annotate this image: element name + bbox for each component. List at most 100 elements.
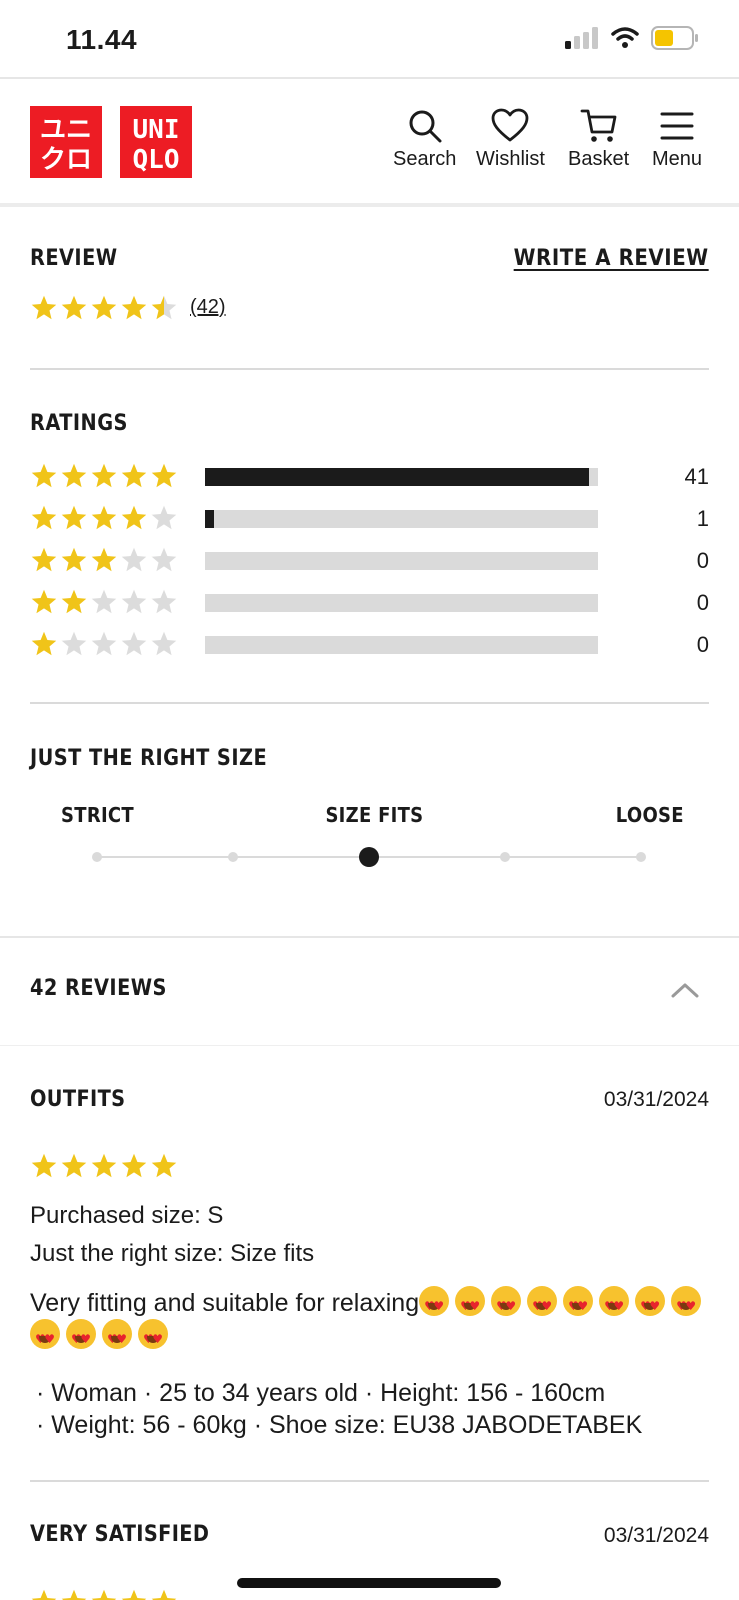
rating-count: 1 [696, 506, 709, 531]
star-icon [91, 631, 117, 656]
nav-search[interactable]: Search [393, 108, 456, 171]
star-icon [61, 547, 87, 572]
star-icon [121, 547, 147, 572]
reviews-count-title: 42 REVIEWS [30, 976, 167, 1001]
site-header: ユニ クロ UNI QLO Search Wishlist Basket Men… [0, 78, 739, 204]
home-indicator [237, 1578, 501, 1588]
section-divider [30, 1480, 709, 1482]
heart-eyes-emoji-icon [102, 1319, 132, 1355]
fit-title: JUST THE RIGHT SIZE [30, 746, 268, 771]
reviewer-profile-line-1: · Woman · 25 to 34 years old · Height: 1… [36, 1379, 606, 1407]
battery-icon [651, 26, 698, 50]
nav-label: Wishlist [476, 148, 545, 170]
fit-loose-label: LOOSE [615, 803, 684, 827]
star-icon [151, 1153, 177, 1178]
fit-dot [92, 852, 102, 862]
rating-bar-fill [205, 510, 215, 528]
star-icon [31, 589, 57, 614]
svg-text:ユニ: ユニ [40, 115, 92, 145]
write-review-link[interactable]: WRITE A REVIEW [514, 246, 709, 271]
fit-dot [500, 852, 510, 862]
rating-row-stars [30, 588, 178, 616]
star-icon [61, 1153, 87, 1178]
menu-icon [660, 112, 694, 140]
reviewer-profile-line-2: · Weight: 56 - 60kg · Shoe size: EU38 JA… [36, 1411, 643, 1439]
rating-count: 0 [696, 632, 709, 657]
star-icon [91, 463, 117, 488]
section-divider [30, 368, 709, 370]
review-purchased-size: Purchased size: S [30, 1202, 224, 1229]
star-icon [91, 589, 117, 614]
nav-wishlist[interactable]: Wishlist [476, 108, 545, 171]
heart-eyes-emoji-icon [491, 1286, 522, 1322]
status-icons [565, 26, 699, 50]
star-icon [91, 1153, 117, 1178]
star-icon [121, 1153, 147, 1178]
rating-row-5-star[interactable]: 41 [30, 462, 709, 492]
heart-eyes-emoji-icon [527, 1286, 558, 1322]
wifi-icon [611, 27, 639, 48]
review-stars [30, 1152, 178, 1180]
star-icon [91, 1589, 117, 1600]
review-body-text: Very fitting and suitable for relaxing [30, 1289, 420, 1317]
star-icon [61, 505, 87, 530]
rating-row-stars [30, 462, 178, 490]
star-icon [151, 631, 177, 656]
star-icon [31, 1153, 57, 1178]
star-icon [121, 631, 147, 656]
heart-eyes-emoji-icon [599, 1286, 630, 1322]
svg-text:クロ: クロ [40, 145, 92, 175]
review-date: 03/31/2024 [603, 1088, 709, 1111]
review-title: OUTFITS [30, 1087, 126, 1112]
nav-menu[interactable]: Menu [652, 108, 702, 171]
rating-bar-track [205, 468, 598, 486]
review-title: VERY SATISFIED [30, 1522, 210, 1547]
cart-icon [580, 109, 616, 142]
star-icon [91, 295, 117, 320]
status-time: 11.44 [66, 24, 138, 55]
fit-dot [228, 852, 238, 862]
header-divider [0, 203, 739, 207]
logo-latin[interactable]: UNI QLO [120, 106, 192, 178]
reviews-accordion-header[interactable]: 42 REVIEWS [0, 936, 739, 1046]
status-bar: 11.44 [0, 0, 739, 78]
fit-dot-selected [359, 847, 379, 867]
signal-icon [565, 27, 598, 49]
rating-bar-fill [205, 468, 589, 486]
rating-row-stars [30, 630, 178, 658]
rating-row-2-star[interactable]: 0 [30, 588, 709, 618]
star-icon [91, 505, 117, 530]
star-icon [91, 547, 117, 572]
rating-bar-track [205, 636, 598, 654]
nav-basket[interactable]: Basket [568, 108, 629, 171]
review-section-title: REVIEW [30, 246, 118, 271]
rating-row-1-star[interactable]: 0 [30, 630, 709, 660]
logo-katakana[interactable]: ユニ クロ [30, 106, 102, 178]
rating-row-4-star[interactable]: 1 [30, 504, 709, 534]
heart-eyes-emoji-icon [635, 1286, 666, 1322]
star-icon [31, 547, 57, 572]
chevron-up-icon[interactable] [671, 982, 699, 998]
star-icon [61, 463, 87, 488]
rating-row-3-star[interactable]: 0 [30, 546, 709, 576]
review-count-link[interactable]: (42) [190, 296, 226, 319]
fit-dot [636, 852, 646, 862]
rating-count: 41 [684, 464, 709, 489]
heart-eyes-emoji-icon [30, 1319, 60, 1355]
star-icon [151, 463, 177, 488]
heart-eyes-emoji-icon [671, 1286, 702, 1322]
nav-label: Search [393, 148, 457, 170]
star-icon [31, 295, 57, 320]
star-icon [151, 295, 177, 320]
star-icon [31, 463, 57, 488]
review-stars [30, 1588, 178, 1600]
star-icon [31, 505, 57, 530]
heart-icon [492, 108, 529, 142]
star-icon [151, 505, 177, 530]
review-fit: Just the right size: Size fits [30, 1240, 315, 1267]
heart-eyes-emoji-icon [455, 1286, 486, 1322]
star-icon [31, 1589, 57, 1600]
rating-count: 0 [696, 548, 709, 573]
search-icon [409, 110, 442, 143]
star-icon [121, 589, 147, 614]
